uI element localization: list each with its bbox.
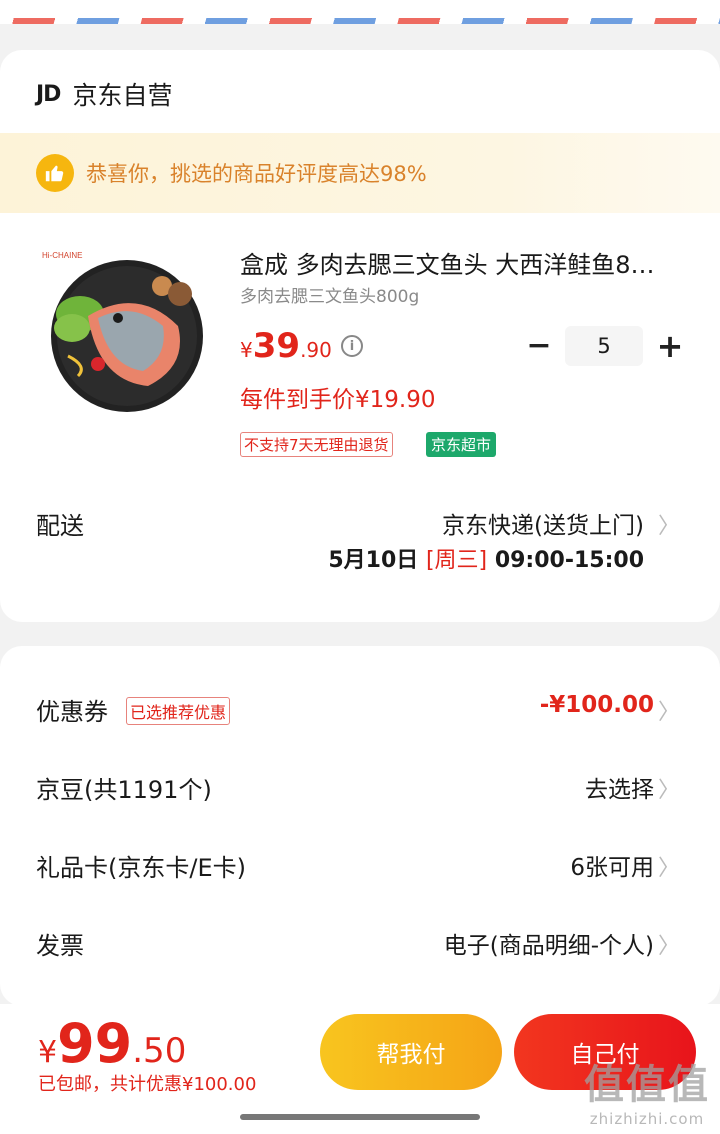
help-me-pay-button[interactable]: 帮我付	[320, 1014, 502, 1090]
watermark-text: 值值值	[584, 1062, 710, 1108]
delivery-time-range: 09:00-15:00	[494, 548, 644, 573]
shop-name: 京东自营	[72, 81, 173, 110]
delivery-date: 5月10日	[328, 548, 419, 573]
invoice-label: 发票	[36, 932, 84, 960]
chevron-right-icon[interactable]: 〉	[658, 850, 680, 882]
order-card: JD 京东自营 恭喜你，挑选的商品好评度高达98% Hi-CHAINE 盒成 多…	[0, 50, 720, 622]
total-summary: 已包邮，共计优惠¥100.00	[38, 1070, 256, 1096]
product-title[interactable]: 盒成 多肉去腮三文鱼头 大西洋鲑鱼8…	[240, 245, 680, 280]
product-image[interactable]: Hi-CHAINE	[38, 246, 208, 416]
jd-logo: JD	[36, 81, 61, 107]
delivery-time[interactable]: 5月10日 [周三] 09:00-15:00	[328, 542, 644, 574]
chevron-right-icon[interactable]: 〉	[658, 508, 680, 540]
price-integer: 39	[252, 326, 301, 366]
free-shipping-text: 已包邮	[38, 1074, 92, 1095]
no-return-tag: 不支持7天无理由退货	[240, 432, 393, 457]
total-saving-text: ，共计优惠¥100.00	[92, 1074, 257, 1095]
envelope-top	[0, 0, 720, 18]
info-icon[interactable]: i	[341, 335, 363, 357]
jd-supermarket-tag: 京东超市	[426, 432, 497, 457]
total-currency: ¥	[38, 1035, 58, 1070]
thumbs-up-icon	[36, 154, 74, 192]
price-currency: ¥	[240, 338, 253, 362]
quantity-increase-button[interactable]: +	[654, 330, 686, 362]
praise-text: 恭喜你，挑选的商品好评度高达98%	[86, 162, 427, 186]
praise-banner: 恭喜你，挑选的商品好评度高达98%	[0, 133, 720, 213]
coupon-recommend-tag: 已选推荐优惠	[126, 697, 231, 725]
chevron-right-icon[interactable]: 〉	[658, 694, 680, 726]
coupon-label: 优惠券	[36, 698, 108, 726]
brand-logo: Hi-CHAINE	[42, 251, 82, 260]
delivery-label: 配送	[36, 512, 84, 540]
product-spec: 多肉去腮三文鱼头800g	[240, 287, 420, 307]
gift-card-value[interactable]: 6张可用	[570, 848, 654, 882]
watermark: 值值值 zhizhizhi.com	[584, 1052, 710, 1128]
watermark-url: zhizhizhi.com	[589, 1110, 705, 1128]
delivery-method[interactable]: 京东快递(送货上门)	[442, 506, 644, 540]
total-decimal: .50	[132, 1031, 187, 1071]
home-indicator[interactable]	[240, 1114, 480, 1120]
jd-beans-label: 京豆(共1191个)	[36, 776, 212, 804]
coupon-value[interactable]: -¥100.00	[540, 692, 654, 718]
total-integer: 99	[57, 1012, 133, 1075]
shop-header[interactable]: JD 京东自营	[36, 76, 172, 112]
chevron-right-icon[interactable]: 〉	[658, 928, 680, 960]
payment-options-card: 优惠券 已选推荐优惠 -¥100.00 〉 京豆(共1191个) 去选择 〉 礼…	[0, 646, 720, 1006]
delivery-weekday: [周三]	[425, 548, 488, 573]
price-decimal: .90	[300, 338, 332, 362]
final-unit-price: 每件到手价¥19.90	[240, 387, 436, 413]
total-price: ¥ 99 .50	[38, 1012, 186, 1075]
invoice-value[interactable]: 电子(商品明细-个人)	[444, 926, 654, 960]
checkout-bar: ¥ 99 .50 已包邮，共计优惠¥100.00 帮我付 自己付 值值值 zhi…	[0, 1004, 720, 1134]
gift-card-label: 礼品卡(京东卡/E卡)	[36, 854, 246, 882]
chevron-right-icon[interactable]: 〉	[658, 772, 680, 804]
quantity-input[interactable]: 5	[565, 326, 643, 366]
product-price: ¥ 39 .90	[240, 326, 332, 366]
jd-beans-value[interactable]: 去选择	[585, 770, 654, 804]
quantity-decrease-button[interactable]: −	[524, 331, 554, 362]
